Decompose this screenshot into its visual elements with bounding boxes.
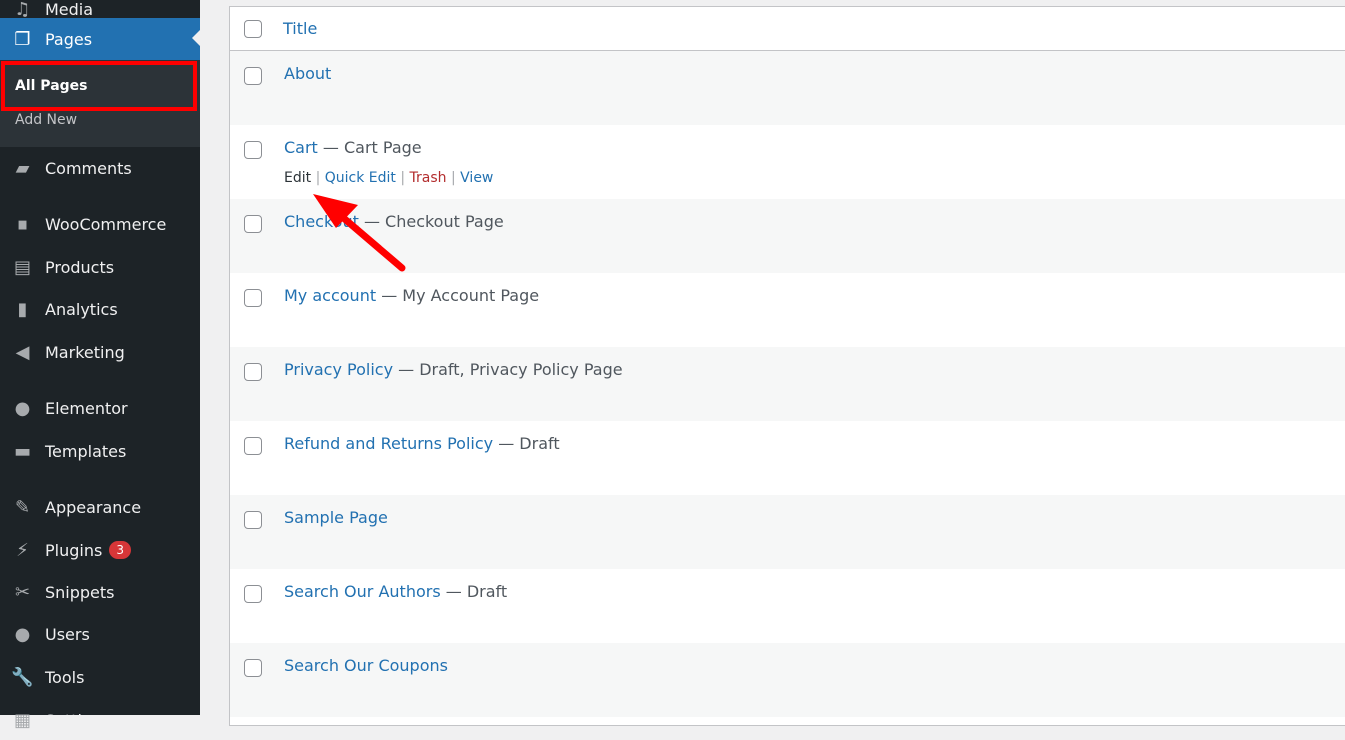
update-count-badge: 3 <box>109 541 131 559</box>
menu-pages[interactable]: ❐ Pages <box>0 18 200 60</box>
quick-edit-link[interactable]: Quick Edit <box>325 170 396 186</box>
table-row: Cart — Cart Page Edit | Quick Edit | Tras… <box>230 125 1345 199</box>
scissors-icon: ✂ <box>14 581 31 603</box>
row-checkbox[interactable] <box>244 659 262 677</box>
page-title-link[interactable]: Refund and Returns Policy <box>284 434 493 453</box>
table-row: About <box>230 51 1345 125</box>
table-row: Search Our Authors — Draft <box>230 569 1345 643</box>
media-icon: ♫ <box>14 0 31 20</box>
user-icon: ● <box>14 623 31 645</box>
page-state: — My Account Page <box>376 286 540 305</box>
menu-snippets[interactable]: ✂ Snippets <box>0 572 200 612</box>
page-title-link[interactable]: About <box>284 64 331 83</box>
row-checkbox[interactable] <box>244 141 262 159</box>
row-checkbox[interactable] <box>244 585 262 603</box>
comments-icon: ▰ <box>15 157 30 179</box>
menu-plugins[interactable]: ⚡ Plugins 3 <box>0 530 200 570</box>
megaphone-icon: ◀ <box>15 341 30 363</box>
page-state: — Checkout Page <box>358 212 504 231</box>
menu-users[interactable]: ● Users <box>0 614 200 654</box>
page-state: — Draft <box>440 582 508 601</box>
row-checkbox[interactable] <box>244 511 262 529</box>
page-title-link[interactable]: Search Our Authors <box>284 582 441 601</box>
row-checkbox[interactable] <box>244 437 262 455</box>
table-row: Search Our Coupons <box>230 643 1345 717</box>
highlight-box <box>1 61 197 111</box>
wrench-icon: 🔧 <box>11 666 34 688</box>
menu-comments[interactable]: ▰ Comments <box>0 148 200 188</box>
elementor-icon: ● <box>14 397 31 419</box>
page-title-link[interactable]: Search Our Coupons <box>284 656 448 675</box>
row-actions: Edit | Quick Edit | Trash | View <box>284 170 494 186</box>
page-state: — Cart Page <box>317 138 422 157</box>
menu-settings[interactable]: ▦ Settings <box>0 700 200 740</box>
page-state: — Draft, Privacy Policy Page <box>393 360 623 379</box>
page-title-link[interactable]: Checkout <box>284 212 359 231</box>
table-row: Privacy Policy — Draft, Privacy Policy P… <box>230 347 1345 421</box>
table-header: Title <box>230 7 1345 51</box>
page-title-link[interactable]: My account <box>284 286 376 305</box>
menu-templates[interactable]: ▬ Templates <box>0 431 200 471</box>
menu-elementor[interactable]: ● Elementor <box>0 388 200 428</box>
view-link[interactable]: View <box>460 170 493 186</box>
admin-sidebar: ♫ Media ❐ Pages All Pages Add New ▰ Comment… <box>0 0 200 731</box>
plugin-icon: ⚡ <box>16 539 29 561</box>
table-row: Checkout — Checkout Page <box>230 199 1345 273</box>
edit-link[interactable]: Edit <box>284 170 311 186</box>
menu-analytics[interactable]: ▮ Analytics <box>0 289 200 329</box>
menu-woocommerce[interactable]: ▆ WooCommerce <box>0 204 200 244</box>
title-column-header[interactable]: Title <box>283 19 317 38</box>
pages-icon: ❐ <box>14 28 31 50</box>
row-checkbox[interactable] <box>244 363 262 381</box>
pages-table: Title About Cart — Cart Page Edit | Quick … <box>229 6 1345 726</box>
table-row: Refund and Returns Policy — Draft <box>230 421 1345 495</box>
row-checkbox[interactable] <box>244 67 262 85</box>
settings-icon: ▦ <box>13 709 31 731</box>
page-state: — Draft <box>493 434 560 453</box>
menu-tools[interactable]: 🔧 Tools <box>0 657 200 697</box>
menu-marketing[interactable]: ◀ Marketing <box>0 332 200 372</box>
page-title-link[interactable]: Privacy Policy <box>284 360 393 379</box>
menu-appearance[interactable]: ✎ Appearance <box>0 487 200 527</box>
page-title-link[interactable]: Cart <box>284 138 318 157</box>
menu-products[interactable]: ▤ Products <box>0 247 200 287</box>
table-row: My account — My Account Page <box>230 273 1345 347</box>
submenu-add-new[interactable]: Add New <box>15 112 77 128</box>
menu-media[interactable]: ♫ Media <box>0 0 200 20</box>
paintbrush-icon: ✎ <box>14 496 31 518</box>
woocommerce-icon: ▆ <box>18 218 27 230</box>
select-all-checkbox[interactable] <box>244 19 262 38</box>
folder-icon: ▬ <box>13 440 31 462</box>
analytics-icon: ▮ <box>17 298 28 320</box>
page-title-link[interactable]: Sample Page <box>284 508 388 527</box>
table-row: Sample Page <box>230 495 1345 569</box>
row-checkbox[interactable] <box>244 289 262 307</box>
row-checkbox[interactable] <box>244 215 262 233</box>
products-icon: ▤ <box>13 256 31 278</box>
trash-link[interactable]: Trash <box>410 170 447 186</box>
